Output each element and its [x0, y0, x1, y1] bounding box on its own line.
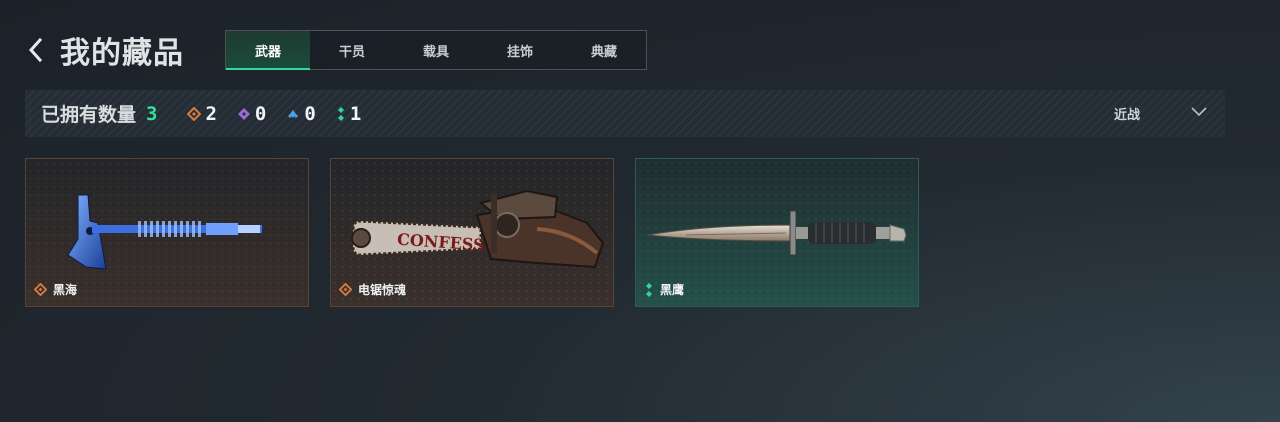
- chevron-left-icon: [28, 37, 43, 63]
- weapon-card[interactable]: 黑鹰: [635, 158, 919, 307]
- page-title: 我的藏品: [60, 36, 184, 71]
- orange-diamond-icon: [339, 283, 352, 296]
- weapon-name-row: 电锯惊魂: [339, 281, 406, 298]
- weapon-name: 电锯惊魂: [358, 283, 407, 297]
- rarity-count-value: 1: [349, 102, 362, 125]
- green-dots-icon: [337, 106, 344, 121]
- blue-triangle-icon: [288, 109, 299, 118]
- rarity-count-purple: 0: [237, 103, 266, 125]
- rarity-count-value: 2: [205, 102, 217, 125]
- rarity-count-orange: 2: [187, 102, 217, 125]
- back-button[interactable]: [26, 30, 52, 70]
- chevron-down-icon: [1191, 107, 1207, 117]
- weapon-card[interactable]: 黑海: [25, 158, 309, 307]
- green-dots-icon: [646, 282, 652, 297]
- orange-diamond-icon: [187, 106, 202, 121]
- tomahawk-axe-image: [67, 194, 262, 270]
- weapon-name: 黑鹰: [660, 283, 685, 297]
- weapon-type-filter-dropdown[interactable]: 近战: [1088, 90, 1225, 137]
- weapon-card[interactable]: CONFESS 电锯惊魂: [330, 158, 614, 307]
- owned-summary-bar: 已拥有数量 3 2 0 0 1 近战: [25, 90, 1225, 137]
- weapon-name-row: 黑鹰: [644, 281, 684, 298]
- category-tabs: 武器 干员 载具 挂饰 典藏: [225, 30, 647, 70]
- tab-weapons[interactable]: 武器: [226, 31, 310, 70]
- tab-collection[interactable]: 典藏: [562, 31, 646, 69]
- tab-operators[interactable]: 干员: [310, 31, 394, 69]
- filter-selected-label: 近战: [1114, 108, 1141, 123]
- rarity-count-blue: 0: [286, 102, 316, 125]
- weapon-name: 黑海: [53, 283, 78, 297]
- rarity-count-green: 1: [336, 103, 361, 125]
- tab-charms[interactable]: 挂饰: [478, 31, 562, 69]
- combat-knife-image: [647, 210, 907, 256]
- tab-vehicles[interactable]: 载具: [394, 31, 478, 69]
- chainsaw-image: CONFESS: [351, 189, 605, 269]
- owned-count-label: 已拥有数量: [41, 104, 137, 126]
- rarity-count-value: 0: [304, 102, 316, 125]
- rarity-count-value: 0: [254, 102, 267, 125]
- page-header: 我的藏品: [26, 28, 184, 72]
- owned-count-total: 3: [146, 102, 158, 125]
- purple-diamond-icon: [237, 107, 250, 120]
- weapon-name-row: 黑海: [34, 281, 77, 298]
- orange-diamond-icon: [34, 283, 47, 296]
